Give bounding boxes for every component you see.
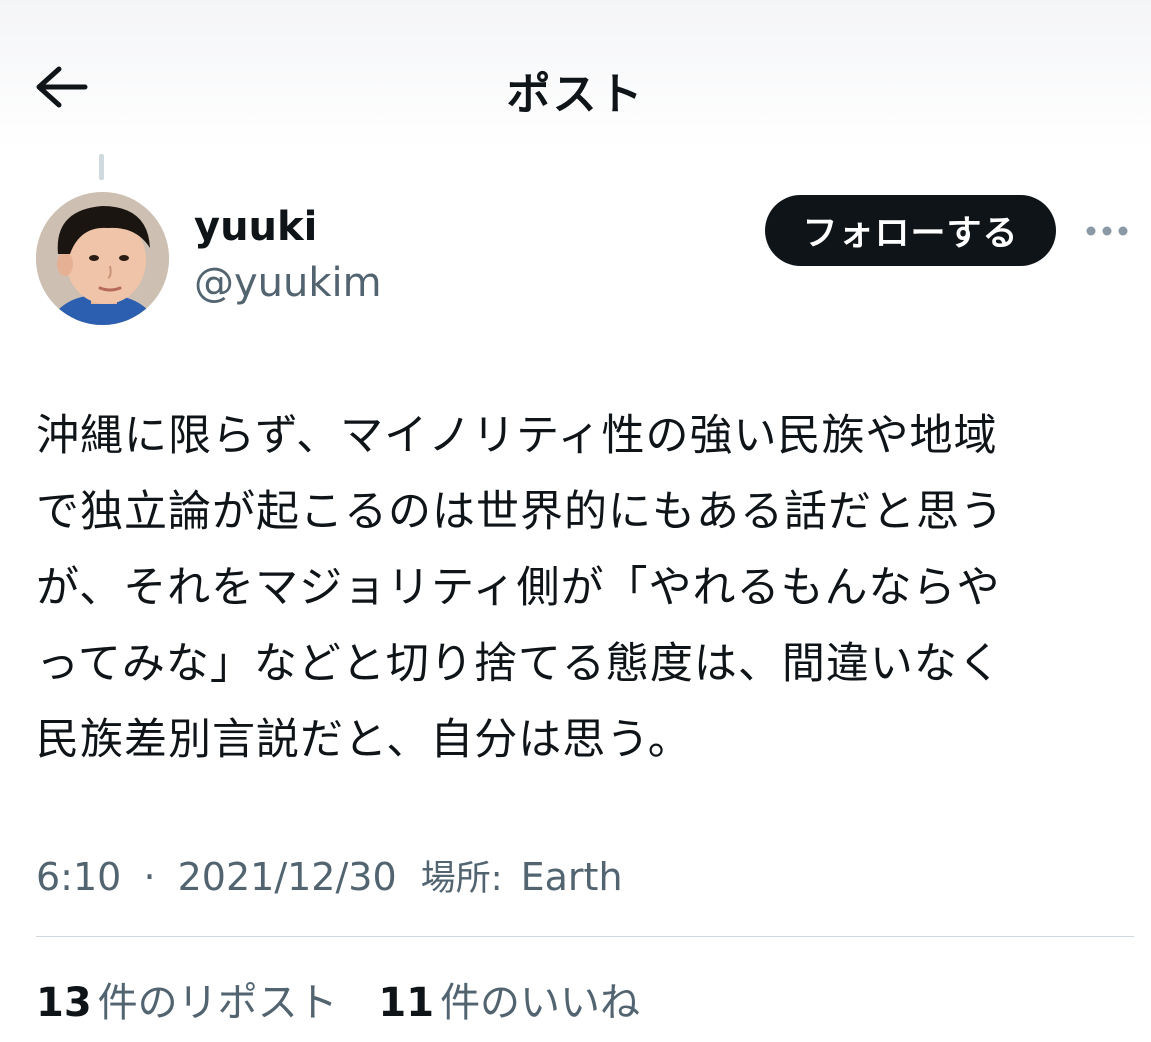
divider [36,936,1134,937]
meta-separator: · [143,855,156,899]
author-display-name[interactable]: yuuki [194,204,317,250]
avatar[interactable] [36,192,169,325]
post-time[interactable]: 6:10 [36,855,121,899]
likes-stat[interactable]: 11 件のいいね [378,970,640,1028]
top-bar: ポスト [0,0,1151,150]
page-title: ポスト [506,69,645,120]
likes-count: 11 [378,980,435,1026]
engagement-stats: 13 件のリポスト 11 件のいいね [36,970,668,1028]
post-metadata: 6:10 · 2021/12/30 場所: Earth [36,850,623,901]
reposts-count: 13 [36,980,92,1026]
post-date[interactable]: 2021/12/30 [178,855,397,899]
reposts-label: 件のリポスト [97,980,338,1026]
post-location: Earth [520,855,623,899]
location-label: 場所: [420,859,503,899]
reposts-stat[interactable]: 13 件のリポスト [36,970,338,1028]
thread-connector-line [99,154,104,180]
more-options-button[interactable] [1082,214,1132,248]
post-body-text: 沖縄に限らず、マイノリティ性の強い民族や地域 で独立論が起こるのは世界的にもある… [36,411,1004,765]
follow-button[interactable]: フォローする [765,195,1056,266]
likes-label: 件のいいね [440,980,641,1026]
avatar-image [36,192,169,325]
author-handle[interactable]: @yuukim [194,260,382,306]
more-horizontal-icon [1085,222,1129,241]
post-detail-page: ポスト yuuki @yuukim フォローする 沖縄に限らず、マイノリティ性の… [0,0,1151,1042]
